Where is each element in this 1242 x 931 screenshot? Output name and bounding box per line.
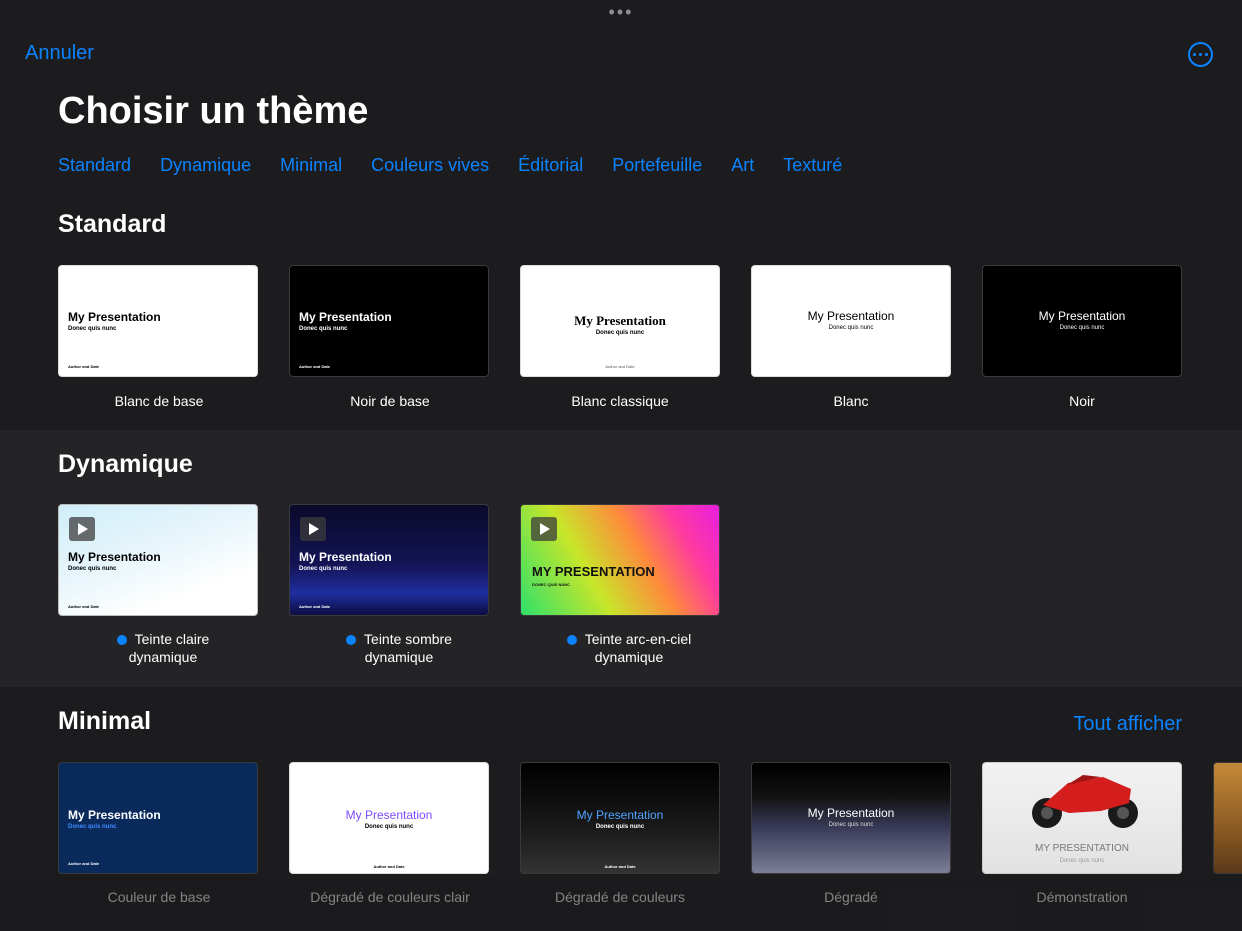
slide-subtitle: Donec quis nunc xyxy=(299,566,348,572)
play-icon xyxy=(69,517,95,541)
category-art[interactable]: Art xyxy=(731,155,754,176)
theme-thumbnail-teinte-claire[interactable]: My Presentation Donec quis nunc Author a… xyxy=(58,504,258,616)
theme-name: Blanc xyxy=(833,393,869,409)
motorcycle-rear-hub xyxy=(1041,807,1053,819)
slide-title: MY PRESENTATION xyxy=(532,564,655,579)
theme-thumbnail-teinte-sombre[interactable]: My Presentation Donec quis nunc Author a… xyxy=(289,504,489,616)
theme-thumbnail-partial[interactable] xyxy=(1213,762,1242,874)
category-dynamique[interactable]: Dynamique xyxy=(160,155,251,176)
play-icon xyxy=(531,517,557,541)
slide-title: My Presentation xyxy=(68,550,161,564)
theme-name-line1: Teinte sombre xyxy=(364,631,452,647)
theme-name: Dégradé de couleurs xyxy=(555,889,685,905)
play-icon xyxy=(300,517,326,541)
theme-thumbnail-blanc-de-base[interactable]: My Presentation Donec quis nunc Author a… xyxy=(58,265,258,377)
theme-thumbnail-degrade[interactable]: My Presentation Donec quis nunc xyxy=(751,762,951,874)
slide-subtitle: Donec quis nunc xyxy=(1059,325,1105,331)
slide-title: My Presentation xyxy=(1038,309,1126,323)
theme-name: Blanc de base xyxy=(114,393,204,409)
slide-subtitle: Donec quis nunc xyxy=(828,822,874,828)
more-options-button[interactable] xyxy=(1188,42,1213,67)
slide-subtitle: Donec quis nunc xyxy=(1059,858,1105,864)
slide-title: My Presentation xyxy=(574,313,666,328)
theme-name-line2: dynamique xyxy=(128,649,198,665)
section-title: Dynamique xyxy=(58,450,193,478)
slide-title: My Presentation xyxy=(68,310,161,324)
category-editorial[interactable]: Éditorial xyxy=(518,155,583,176)
slide-title: My Presentation xyxy=(299,310,392,324)
slide-title: My Presentation xyxy=(299,550,392,564)
theme-thumbnail-demonstration[interactable]: MY PRESENTATION Donec quis nunc xyxy=(982,762,1182,874)
theme-name: Dégradé xyxy=(824,889,878,905)
slide-subtitle: Donec quis nunc xyxy=(299,326,348,332)
slide-footer: Author and Date xyxy=(68,604,100,609)
cancel-button[interactable]: Annuler xyxy=(25,42,94,65)
theme-thumbnail-teinte-arc-en-ciel[interactable]: MY PRESENTATION DONEC QUIS NUNC xyxy=(520,504,720,616)
slide-subtitle: Donec quis nunc xyxy=(595,824,645,830)
theme-name-line1: Teinte claire xyxy=(134,631,210,647)
dynamic-badge-icon xyxy=(346,635,357,645)
motorcycle-front-hub xyxy=(1117,807,1129,819)
slide-footer: Author and Date xyxy=(68,861,100,866)
category-standard[interactable]: Standard xyxy=(58,155,131,176)
dynamic-badge-icon xyxy=(566,635,577,645)
slide-footer: Author and Date xyxy=(299,364,331,369)
category-minimal[interactable]: Minimal xyxy=(280,155,342,176)
theme-name: Teinte sombre dynamique xyxy=(284,630,514,666)
section-standard: Standard My Presentation Donec quis nunc… xyxy=(0,200,1242,430)
theme-thumbnail-degrade-couleurs[interactable]: My Presentation Donec quis nunc Author a… xyxy=(520,762,720,874)
slide-subtitle: Donec quis nunc xyxy=(364,824,414,830)
dynamic-badge-icon xyxy=(116,635,127,645)
slide-footer: Author and Date xyxy=(373,864,405,869)
theme-name-line2: dynamique xyxy=(364,649,434,665)
theme-thumbnail-blanc[interactable]: My Presentation Donec quis nunc xyxy=(751,265,951,377)
section-minimal: Minimal Tout afficher My Presentation Do… xyxy=(0,687,1242,931)
ellipsis-icon-dot xyxy=(1199,53,1202,56)
ellipsis-icon xyxy=(1193,53,1196,56)
slide-title: My Presentation xyxy=(807,806,895,820)
theme-name-line2: dynamique xyxy=(594,649,664,665)
slide-title: My Presentation xyxy=(345,808,433,822)
theme-name: Dégradé de couleurs clair xyxy=(310,889,470,905)
category-texture[interactable]: Texturé xyxy=(783,155,842,176)
slide-footer: Author and Date xyxy=(604,864,636,869)
slide-subtitle: Donec quis nunc xyxy=(68,824,117,830)
theme-name: Noir de base xyxy=(350,393,430,409)
theme-name-line1: Teinte arc-en-ciel xyxy=(584,631,692,647)
theme-name: Blanc classique xyxy=(571,393,669,409)
slide-footer: Author and Date xyxy=(299,604,331,609)
page-title: Choisir un thème xyxy=(58,90,369,132)
category-couleurs-vives[interactable]: Couleurs vives xyxy=(371,155,489,176)
theme-name: Noir xyxy=(1069,393,1095,409)
theme-name: Démonstration xyxy=(1036,889,1128,905)
see-all-link[interactable]: Tout afficher xyxy=(1073,713,1182,736)
slide-title: My Presentation xyxy=(68,808,161,822)
slide-subtitle: Donec quis nunc xyxy=(595,330,645,336)
slide-title: MY PRESENTATION xyxy=(1035,843,1129,854)
theme-thumbnail-couleur-de-base[interactable]: My Presentation Donec quis nunc Author a… xyxy=(58,762,258,874)
slide-title: My Presentation xyxy=(576,808,664,822)
theme-thumbnail-noir[interactable]: My Presentation Donec quis nunc xyxy=(982,265,1182,377)
theme-thumbnail-noir-de-base[interactable]: My Presentation Donec quis nunc Author a… xyxy=(289,265,489,377)
slide-title: My Presentation xyxy=(807,309,895,323)
section-title: Standard xyxy=(58,210,167,238)
theme-thumbnail-blanc-classique[interactable]: My Presentation Donec quis nunc Author a… xyxy=(520,265,720,377)
slide-subtitle: Donec quis nunc xyxy=(828,325,874,331)
category-bar: Standard Dynamique Minimal Couleurs vive… xyxy=(58,155,871,176)
ellipsis-icon-dot xyxy=(1205,53,1208,56)
theme-name: Couleur de base xyxy=(107,889,211,905)
slide-footer: Author and Date xyxy=(68,364,100,369)
sheet-grabber[interactable]: ••• xyxy=(0,3,1242,21)
slide-subtitle: DONEC QUIS NUNC xyxy=(532,582,571,587)
section-dynamique: Dynamique My Presentation Donec quis nun… xyxy=(0,430,1242,687)
slide-footer: Author and Date xyxy=(605,364,635,369)
theme-name: Teinte arc-en-ciel dynamique xyxy=(514,630,744,666)
category-portefeuille[interactable]: Portefeuille xyxy=(612,155,702,176)
section-title: Minimal xyxy=(58,707,152,735)
theme-name: Teinte claire dynamique xyxy=(48,630,278,666)
slide-subtitle: Donec quis nunc xyxy=(68,566,117,572)
slide-subtitle: Donec quis nunc xyxy=(68,326,117,332)
theme-thumbnail-degrade-couleurs-clair[interactable]: My Presentation Donec quis nunc Author a… xyxy=(289,762,489,874)
